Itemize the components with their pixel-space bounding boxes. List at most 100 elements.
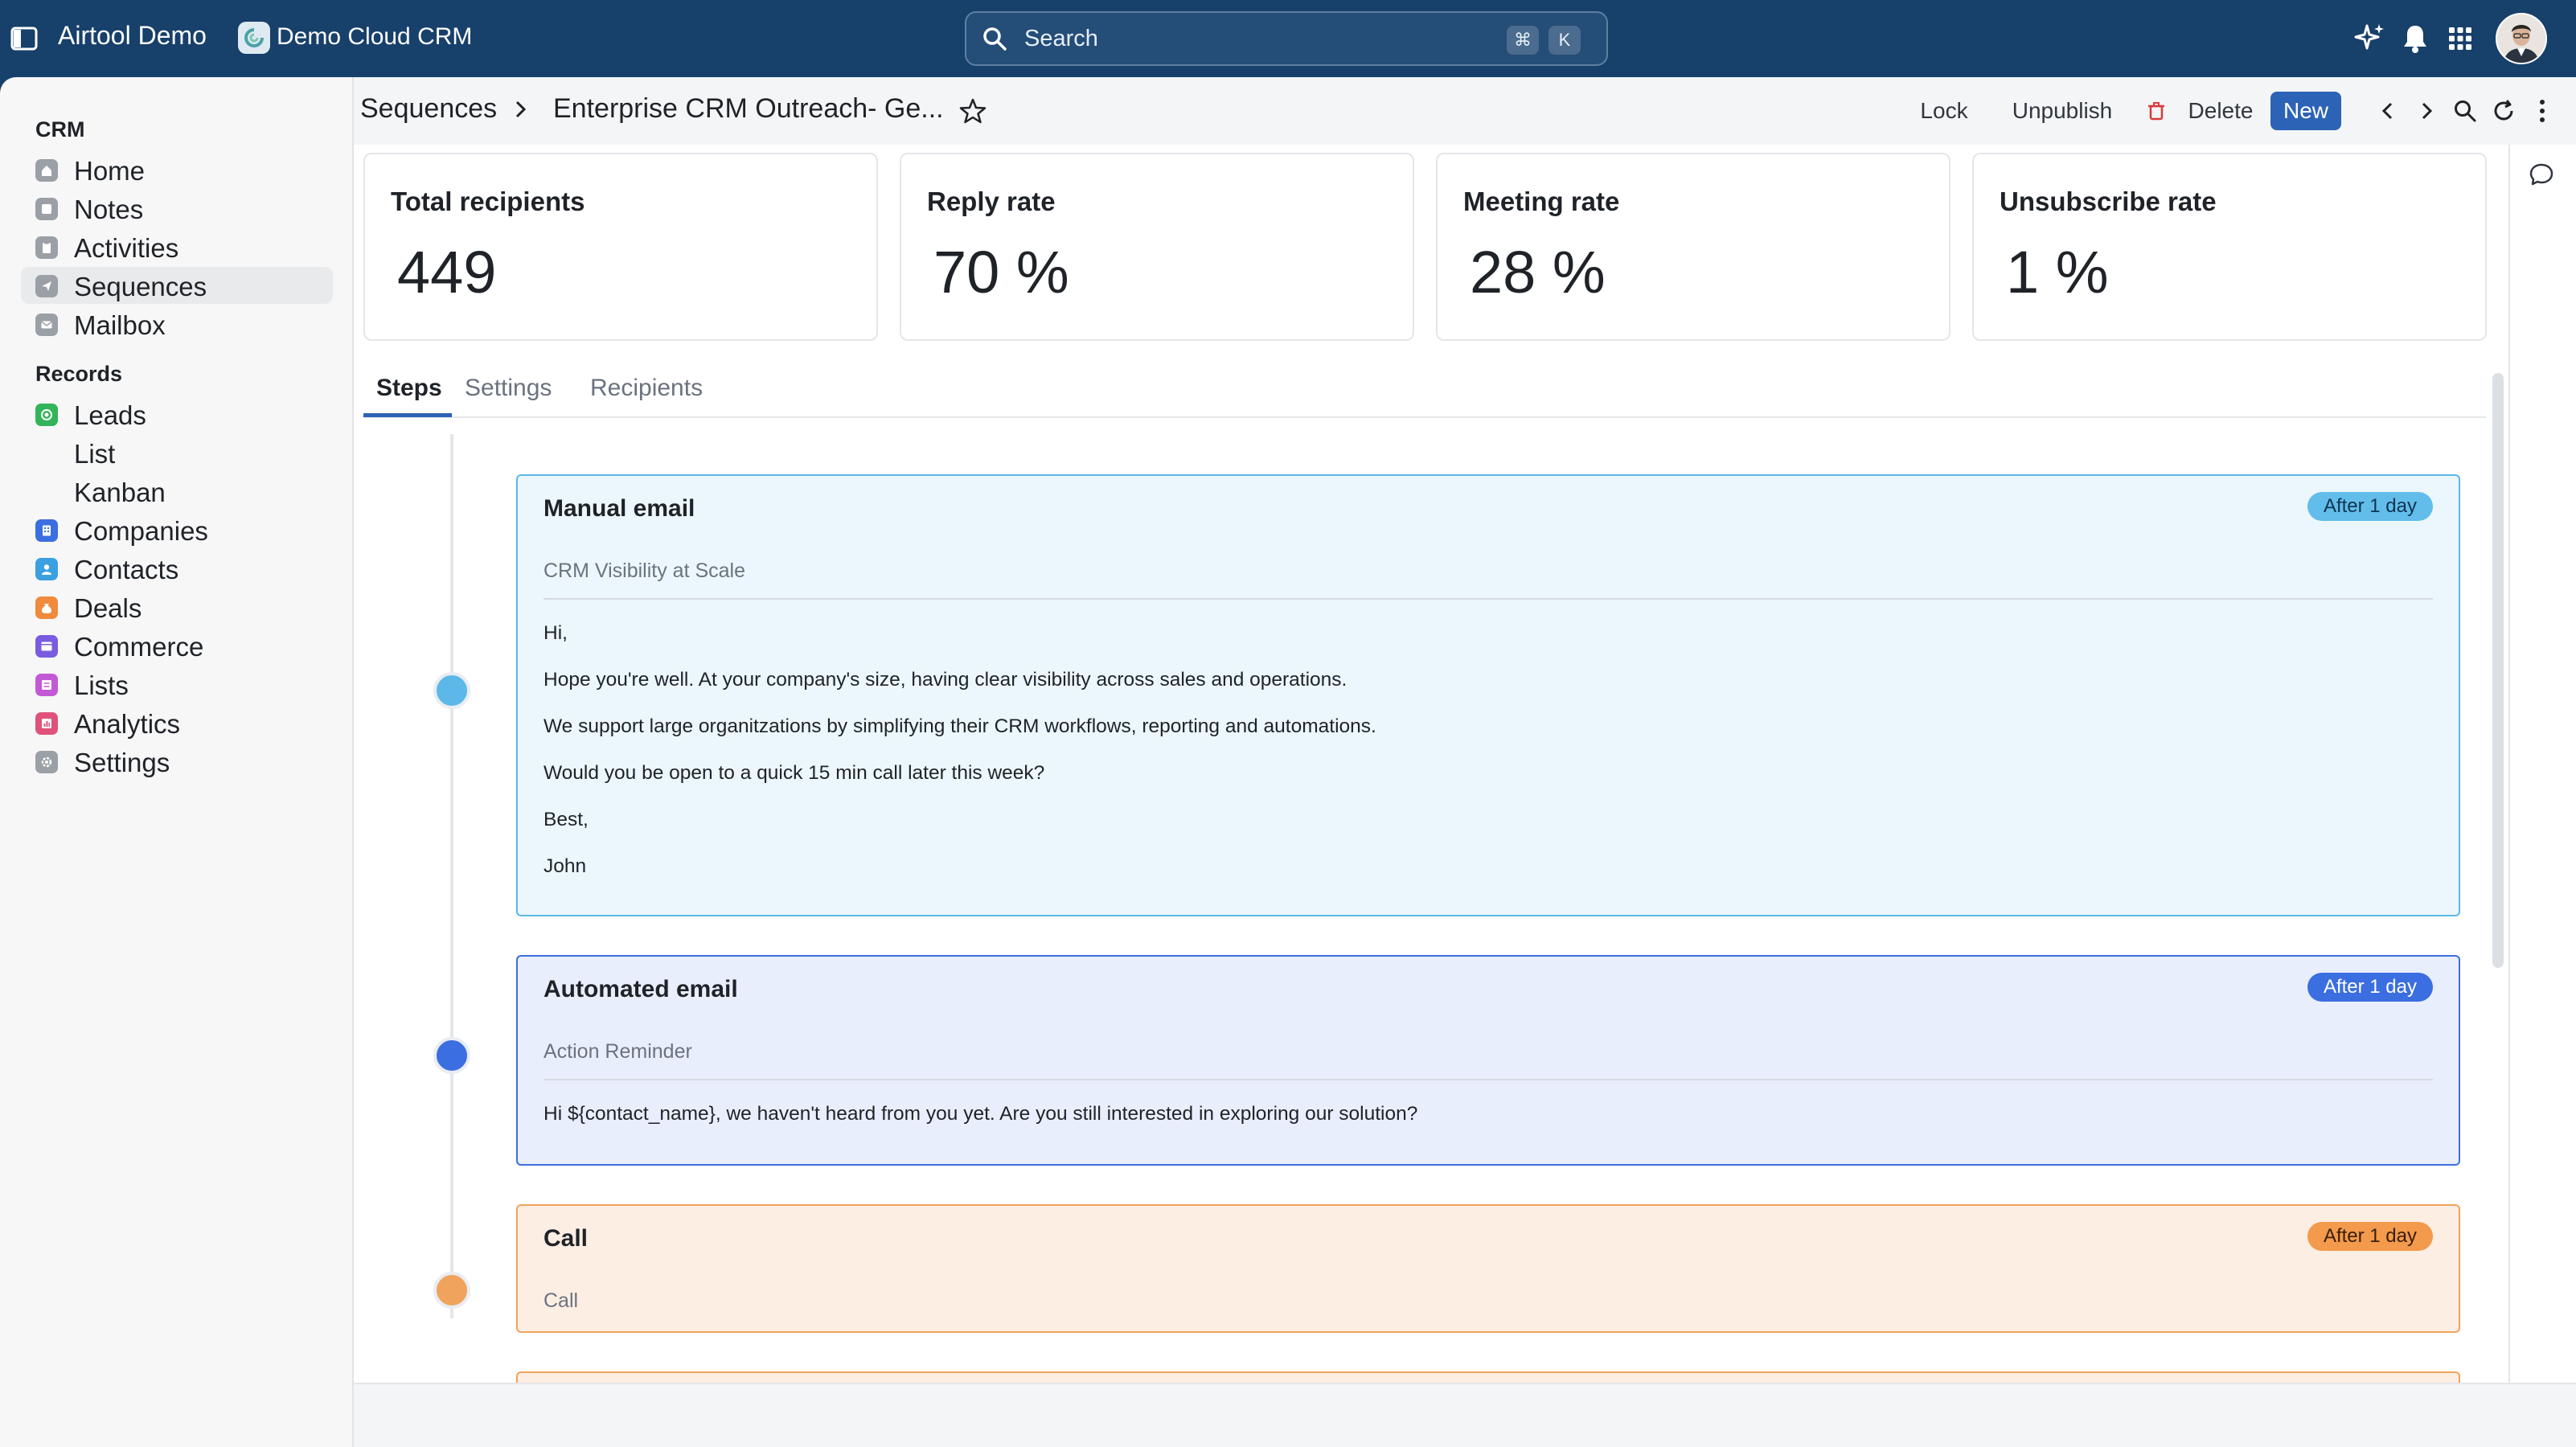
workspace-logo-icon [238,22,270,54]
step-subject: CRM Visibility at Scale [544,560,746,582]
step-title: Call [544,1225,589,1252]
sidebar-item-leads[interactable]: Leads [21,396,333,432]
sidebar-item-label: Companies [74,516,208,546]
scrollbar[interactable] [2492,373,2504,968]
stat-value: 28 % [1470,239,1606,305]
sidebar-section-crm: CRM [35,117,85,141]
email-body-line: Hi, [544,622,568,644]
search-bar[interactable]: ⌘ K [965,11,1608,66]
timeline-dot-automated-email [433,1037,470,1074]
sidebar-item-label: Analytics [74,709,181,739]
stat-value: 449 [397,239,497,305]
step-delay-badge: After 1 day [2307,973,2433,1002]
stat-label: Unsubscribe rate [2000,187,2217,216]
shortcut-cmd-key: ⌘ [1507,26,1539,55]
lock-button[interactable]: Lock [1904,92,1984,130]
step-card-call[interactable]: Call After 1 day Call [516,1204,2460,1333]
sidebar-item-notes[interactable]: Notes [21,190,333,227]
step-delay-badge: After 1 day [2307,1222,2433,1251]
sidebar-item-activities[interactable]: Activities [21,228,333,265]
stat-value: 70 % [933,239,1069,305]
list-icon [35,674,58,696]
email-body-line: Hope you're well. At your company's size… [544,669,1347,691]
record-header: Sequences Enterprise CRM Outreach- Ge...… [354,77,2576,145]
sidebar-item-label: Deals [74,593,142,623]
sidebar-item-sequences[interactable]: Sequences [21,267,333,304]
more-vertical-icon[interactable] [2525,93,2560,129]
chevron-right-icon[interactable] [2409,93,2444,129]
timeline-dot-manual-email [433,672,470,709]
email-body-line: Hi ${contact_name}, we haven't heard fro… [544,1103,1418,1125]
sidebar-item-leads-kanban[interactable]: Kanban [21,473,333,510]
mail-icon [35,314,58,336]
stat-value: 1 % [2006,239,2109,305]
sidebar-item-leads-list[interactable]: List [21,434,333,471]
sidebar-item-contacts[interactable]: Contacts [21,550,333,587]
person-icon [35,558,58,580]
record-content: Total recipients 449 Reply rate 70 % Mee… [354,145,2508,1404]
stat-meeting-rate: Meeting rate 28 % [1436,153,1950,341]
target-icon [35,404,58,426]
tab-settings[interactable]: Settings [465,375,552,402]
unpublish-button[interactable]: Unpublish [1994,92,2131,130]
stat-total-recipients: Total recipients 449 [363,153,878,341]
apps-grid-icon[interactable] [2443,21,2478,56]
workspace-name[interactable]: Demo Cloud CRM [277,23,472,51]
sidebar: CRM Home Notes Activities Sequences Mail… [0,77,354,1447]
search-icon[interactable] [2447,93,2483,129]
divider [544,598,2433,600]
bottom-bar [354,1383,2576,1447]
comment-icon[interactable] [2528,161,2555,192]
sidebar-item-commerce[interactable]: Commerce [21,627,333,664]
step-subject: Action Reminder [544,1040,692,1063]
timeline-dot-call [433,1272,470,1309]
home-icon [35,159,58,182]
email-body-line: Best, [544,809,589,830]
sidebar-item-mailbox[interactable]: Mailbox [21,305,333,342]
sidebar-item-analytics[interactable]: Analytics [21,704,333,741]
building-icon [35,519,58,542]
trash-icon [2148,102,2164,121]
search-input[interactable] [1024,24,1475,53]
sidebar-item-label: List [74,439,116,469]
sidebar-item-deals[interactable]: Deals [21,588,333,625]
record-tabs: Steps Settings Recipients [363,363,2486,418]
breadcrumb-root[interactable]: Sequences [360,93,497,125]
new-button[interactable]: New [2270,92,2341,130]
sidebar-item-label: Commerce [74,632,204,662]
sidebar-item-label: Settings [74,748,170,777]
star-icon[interactable] [955,93,991,129]
sidebar-item-lists[interactable]: Lists [21,666,333,703]
sidebar-section-records: Records [35,362,123,386]
refresh-icon[interactable] [2486,93,2521,129]
step-delay-badge: After 1 day [2307,492,2433,521]
chart-icon [35,712,58,735]
step-subject: Call [544,1289,579,1312]
note-icon [35,198,58,220]
ai-sparkle-icon[interactable] [2351,21,2386,56]
timeline-line [450,434,453,1318]
right-rail [2508,145,2576,1388]
delete-button[interactable]: Delete [2139,92,2270,130]
sidebar-toggle-icon[interactable] [8,23,40,55]
sidebar-item-label: Sequences [74,272,207,301]
stat-label: Meeting rate [1463,187,1620,216]
sidebar-item-companies[interactable]: Companies [21,511,333,548]
step-card-automated-email[interactable]: Automated email After 1 day Action Remin… [516,955,2460,1166]
sidebar-item-home[interactable]: Home [21,151,333,188]
gear-icon [35,751,58,773]
tab-steps[interactable]: Steps [376,375,442,402]
top-bar: Airtool Demo Demo Cloud CRM ⌘ K [0,0,2576,77]
stat-unsubscribe-rate: Unsubscribe rate 1 % [1972,153,2487,341]
chevron-left-icon[interactable] [2370,93,2406,129]
chevron-right-icon [511,96,531,126]
sidebar-item-settings[interactable]: Settings [21,743,333,780]
app-title[interactable]: Airtool Demo [58,21,207,51]
user-avatar[interactable] [2496,13,2547,64]
bell-icon[interactable] [2398,21,2433,56]
breadcrumb-current[interactable]: Enterprise CRM Outreach- Ge... [553,93,944,125]
sidebar-item-label: Home [74,156,146,186]
tab-recipients[interactable]: Recipients [590,375,703,402]
search-icon [981,25,1008,56]
step-card-manual-email[interactable]: Manual email After 1 day CRM Visibility … [516,474,2460,916]
